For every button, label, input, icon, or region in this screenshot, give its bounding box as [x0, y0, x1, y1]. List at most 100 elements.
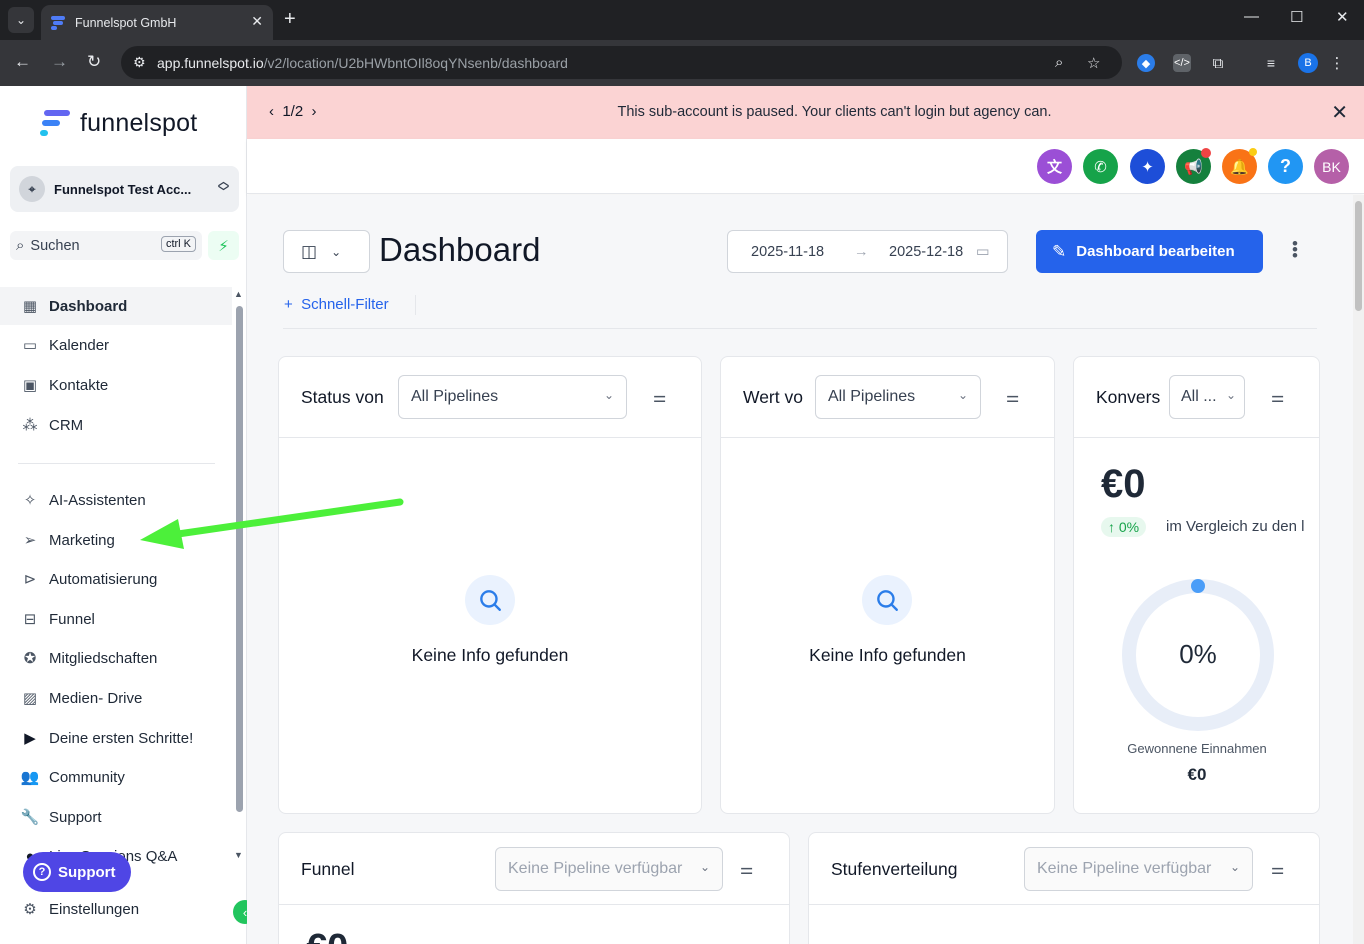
back-icon[interactable]: ←	[14, 52, 31, 72]
card-title: Konvers	[1096, 387, 1161, 407]
sidebar-item-crm[interactable]: ⁂ CRM	[0, 406, 232, 444]
won-revenue-label: Gewonnene Einnahmen	[1127, 741, 1267, 756]
card-filter-icon[interactable]: ⚌	[1006, 388, 1019, 406]
profile-avatar[interactable]: B	[1298, 53, 1318, 73]
card-title: Funnel	[301, 859, 355, 879]
forward-icon[interactable]: →	[51, 52, 68, 72]
ai-sparkle-icon[interactable]: ✦	[1130, 149, 1165, 184]
announcement-icon[interactable]: 📢	[1176, 148, 1211, 184]
help-circle-icon: ?	[33, 863, 51, 881]
play-circle-icon: ⊳	[23, 571, 37, 588]
pipeline-select[interactable]: Keine Pipeline verfügbar ⌄	[495, 847, 723, 891]
bell-icon[interactable]: 🔔	[1222, 148, 1257, 184]
card-filter-icon[interactable]: ⚌	[1271, 860, 1284, 878]
search-input[interactable]: ⌕ Suchen ctrl K	[10, 231, 202, 260]
zoom-icon[interactable]: ⌕	[1055, 54, 1063, 71]
phone-icon[interactable]: ✆	[1083, 149, 1118, 184]
search-shortcut: ctrl K	[160, 236, 196, 252]
window-close-icon[interactable]: ✕	[1336, 8, 1349, 26]
gear-icon: ⚙	[23, 901, 37, 918]
contacts-icon: ▣	[22, 377, 38, 394]
sidebar-item-mitgliedschaften[interactable]: ✪ Mitgliedschaften	[0, 639, 232, 677]
card-header: Funnel Keine Pipeline verfügbar ⌄ ⚌	[279, 833, 789, 905]
sidebar-item-label: Kalender	[49, 336, 110, 354]
sidebar: funnelspot ⌖ Funnelspot Test Acc... ︿ ﹀ ⌕…	[0, 86, 257, 944]
empty-search-icon	[862, 575, 912, 625]
sidebar-scroll-thumb[interactable]	[236, 306, 243, 812]
conversion-ring: 0%	[1118, 575, 1278, 735]
url-host: app.funnelspot.io	[157, 54, 264, 71]
extensions-puzzle-icon[interactable]: ⧉	[1209, 54, 1227, 72]
pipeline-select[interactable]: All ... ⌄	[1169, 375, 1245, 419]
card-filter-icon[interactable]: ⚌	[653, 388, 666, 406]
badge-icon: ✪	[23, 650, 37, 667]
address-bar[interactable]: ⚙ app.funnelspot.io/v2/location/U2bHWbnt…	[121, 46, 1122, 79]
close-banner-icon[interactable]: ✕	[1331, 100, 1348, 125]
comparison-text: im Vergleich zu den l	[1166, 518, 1305, 535]
user-avatar[interactable]: BK	[1314, 149, 1349, 184]
sidebar-item-label: Mitgliedschaften	[49, 649, 158, 667]
main-scroll-thumb[interactable]	[1355, 201, 1362, 311]
empty-search-icon	[465, 575, 515, 625]
extension-icon[interactable]: ◆	[1137, 54, 1155, 72]
edit-dashboard-button[interactable]: ✎ Dashboard bearbeiten	[1036, 230, 1263, 273]
layout-panel-icon: ◫	[301, 241, 318, 261]
maximize-icon[interactable]: ☐	[1290, 8, 1303, 26]
chevron-updown-icon: ︿ ﹀	[218, 176, 229, 198]
sidebar-scrollbar[interactable]: ▲ ▼	[234, 289, 244, 864]
browser-tab[interactable]: Funnelspot GmbH ✕	[41, 5, 273, 40]
close-tab-icon[interactable]: ✕	[251, 13, 263, 30]
sidebar-item-support[interactable]: 🔧 Support	[0, 798, 232, 836]
sidebar-item-kalender[interactable]: ▭ Kalender	[0, 326, 232, 364]
sidebar-item-medien-drive[interactable]: ▨ Medien- Drive	[0, 679, 232, 717]
main-scrollbar[interactable]	[1353, 195, 1364, 944]
site-info-icon[interactable]: ⚙	[133, 54, 146, 71]
card-filter-icon[interactable]: ⚌	[1271, 388, 1284, 406]
sidebar-item-automatisierung[interactable]: ⊳ Automatisierung	[0, 560, 232, 598]
minimize-icon[interactable]: —	[1244, 8, 1259, 25]
sidebar-item-kontakte[interactable]: ▣ Kontakte	[0, 366, 232, 404]
media-controls-icon[interactable]: ≡	[1262, 54, 1280, 72]
select-value: All Pipelines	[411, 388, 499, 405]
brand-logo[interactable]: funnelspot	[40, 108, 197, 138]
funnel-amount: €0	[306, 927, 348, 944]
date-range-picker[interactable]: 2025-11-18 → 2025-12-18 ▭	[727, 230, 1008, 273]
date-from: 2025-11-18	[751, 244, 825, 260]
layout-switcher[interactable]: ◫ ⌄	[283, 230, 370, 273]
header-divider	[283, 328, 1317, 329]
select-value: Keine Pipeline verfügbar	[508, 860, 683, 877]
new-tab-icon[interactable]: +	[284, 8, 296, 31]
reload-icon[interactable]: ↻	[87, 52, 101, 72]
scroll-down-icon[interactable]: ▼	[234, 850, 243, 860]
account-switcher[interactable]: ⌖ Funnelspot Test Acc... ︿ ﹀	[10, 166, 239, 212]
devtools-extension-icon[interactable]: </>	[1173, 54, 1191, 72]
bookmark-star-icon[interactable]: ☆	[1087, 54, 1100, 72]
pipeline-select[interactable]: All Pipelines ⌄	[815, 375, 981, 419]
ring-progress-marker	[1191, 579, 1205, 593]
sidebar-item-dashboard[interactable]: ▦ Dashboard	[0, 287, 232, 325]
account-cursor-icon: ⌖	[19, 176, 45, 202]
dashboard-main: ◫ ⌄ Dashboard 2025-11-18 → 2025-12-18 ▭ …	[247, 195, 1353, 944]
sidebar-item-marketing[interactable]: ➢ Marketing	[0, 521, 232, 559]
translate-icon[interactable]: 文	[1037, 149, 1072, 184]
card-filter-icon[interactable]: ⚌	[740, 860, 753, 878]
sidebar-item-einstellungen[interactable]: ⚙ Einstellungen	[0, 890, 232, 928]
sidebar-item-ai-assistenten[interactable]: ✧ AI-Assistenten	[0, 481, 232, 519]
card-header: Konvers All ... ⌄ ⚌	[1074, 357, 1319, 438]
browser-menu-icon[interactable]: ⋮	[1328, 54, 1346, 72]
help-icon[interactable]: ?	[1268, 149, 1303, 184]
sidebar-item-erste-schritte[interactable]: ▶ Deine ersten Schritte!	[0, 719, 232, 757]
pipeline-select[interactable]: All Pipelines ⌄	[398, 375, 627, 419]
quick-filter-button[interactable]: + Schnell-Filter	[284, 296, 389, 313]
sidebar-item-label: Support	[49, 808, 102, 826]
pipeline-select[interactable]: Keine Pipeline verfügbar ⌄	[1024, 847, 1253, 891]
support-chat-button[interactable]: ? Support	[23, 852, 131, 892]
more-options-icon[interactable]: • • •	[1292, 235, 1298, 264]
scroll-up-icon[interactable]: ▲	[234, 289, 243, 299]
quick-actions-bolt-icon[interactable]: ⚡	[208, 231, 239, 260]
conversion-amount: €0	[1101, 462, 1146, 506]
sidebar-item-community[interactable]: 👥 Community	[0, 758, 232, 796]
select-value: All ...	[1181, 388, 1217, 405]
tab-search-icon[interactable]: ⌄	[8, 7, 34, 33]
sidebar-item-funnel[interactable]: ⊟ Funnel	[0, 600, 232, 638]
